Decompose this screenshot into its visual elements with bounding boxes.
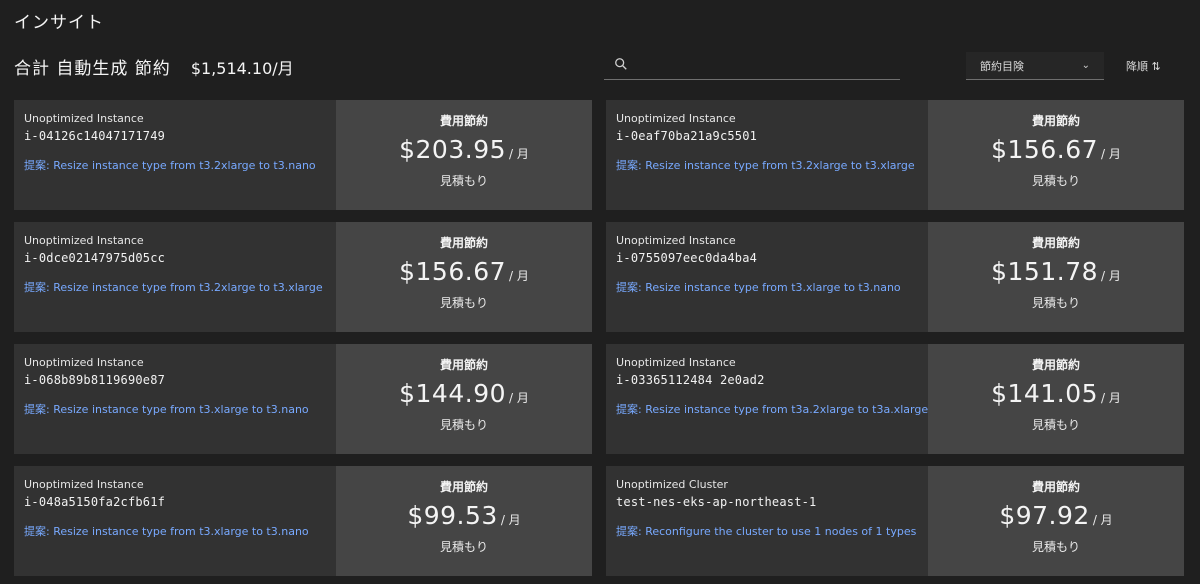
per-month-label: / 月 xyxy=(1101,147,1121,161)
sort-select[interactable]: 節約目険 ⌄ xyxy=(966,52,1104,80)
sort-order-label: 降順 ⇅ xyxy=(1126,60,1161,73)
insight-card[interactable]: Unoptimized Instance i-04126c14047171749… xyxy=(14,100,592,210)
sort-order-toggle[interactable]: 降順 ⇅ xyxy=(1126,58,1161,74)
sort-selected-value: 節約目険 xyxy=(980,59,1024,73)
resource-id: i-04126c14047171749 xyxy=(24,129,166,143)
recommendation-link[interactable]: 提案: Resize instance type from t3.xlarge … xyxy=(24,401,326,417)
per-month-label: / 月 xyxy=(509,269,529,283)
savings-label: 費用節約 xyxy=(1031,358,1080,372)
search-input[interactable] xyxy=(636,54,896,78)
card-type: Unoptimized Instance xyxy=(24,478,144,491)
savings-label: 費用節約 xyxy=(1031,114,1080,128)
recommendation-link[interactable]: 提案: Resize instance type from t3.xlarge … xyxy=(24,523,326,539)
resource-id: i-0dce02147975d05cc xyxy=(24,251,166,265)
per-month-label: / 月 xyxy=(1092,513,1113,527)
card-type: Unoptimized Instance xyxy=(24,234,144,247)
savings-label: 費用節約 xyxy=(439,236,488,250)
savings-amount: $156.67 xyxy=(399,257,507,286)
recommendation-link[interactable]: 提案: Reconfigure the cluster to use 1 nod… xyxy=(616,523,918,539)
summary-label: 合計 自動生成 節約 xyxy=(14,59,171,79)
insight-card[interactable]: Unoptimized Instance i-0dce02147975d05cc… xyxy=(14,222,592,332)
estimate-label: 見積もり xyxy=(439,540,488,554)
savings-panel: 費用節約 $141.05 / 月 見積もり xyxy=(928,344,1184,454)
estimate-label: 見積もり xyxy=(439,174,488,188)
search-field[interactable] xyxy=(604,52,900,80)
savings-panel: 費用節約 $97.92 / 月 見積もり xyxy=(928,466,1184,576)
estimate-label: 見積もり xyxy=(439,418,488,432)
estimate-label: 見積もり xyxy=(1031,418,1080,432)
resource-id: i-0755097eec0da4ba4 xyxy=(616,251,758,265)
card-type: Unoptimized Instance xyxy=(616,356,736,369)
resource-id: i-0eaf70ba21a9c5501 xyxy=(616,129,758,143)
savings-amount: $203.95 xyxy=(399,135,507,164)
savings-amount: $141.05 xyxy=(991,379,1099,408)
insight-card[interactable]: Unoptimized Instance i-03365112484 2e0ad… xyxy=(606,344,1184,454)
card-type: Unoptimized Instance xyxy=(24,356,144,369)
card-type: Unoptimized Instance xyxy=(616,112,736,125)
resource-id: test-nes-eks-ap-northeast-1 xyxy=(616,495,817,509)
card-type: Unoptimized Instance xyxy=(24,112,144,125)
resource-id: i-068b89b8119690e87 xyxy=(24,373,166,387)
per-month-label: / 月 xyxy=(1101,391,1121,405)
savings-panel: 費用節約 $151.78 / 月 見積もり xyxy=(928,222,1184,332)
savings-panel: 費用節約 $203.95 / 月 見積もり xyxy=(336,100,592,210)
estimate-label: 見積もり xyxy=(439,296,488,310)
recommendation-link[interactable]: 提案: Resize instance type from t3.2xlarge… xyxy=(24,157,326,173)
savings-label: 費用節約 xyxy=(1031,236,1080,250)
savings-amount: $99.53 xyxy=(407,501,498,530)
savings-amount: $97.92 xyxy=(999,501,1090,530)
savings-panel: 費用節約 $144.90 / 月 見積もり xyxy=(336,344,592,454)
insight-card[interactable]: Unoptimized Instance i-048a5150fa2cfb61f… xyxy=(14,466,592,576)
per-month-label: / 月 xyxy=(509,147,529,161)
savings-summary: 合計 自動生成 節約 $1,514.10/月 xyxy=(14,54,294,79)
savings-label: 費用節約 xyxy=(439,114,488,128)
page-title: インサイト xyxy=(14,13,104,33)
recommendation-link[interactable]: 提案: Resize instance type from t3.2xlarge… xyxy=(24,279,326,295)
savings-amount: $144.90 xyxy=(399,379,507,408)
summary-value: $1,514.10/月 xyxy=(190,59,294,78)
card-type: Unoptimized Cluster xyxy=(616,478,728,491)
per-month-label: / 月 xyxy=(500,513,521,527)
per-month-label: / 月 xyxy=(509,391,529,405)
savings-label: 費用節約 xyxy=(1031,480,1080,494)
recommendation-link[interactable]: 提案: Resize instance type from t3.xlarge … xyxy=(616,279,918,295)
chevron-down-icon: ⌄ xyxy=(1081,60,1090,71)
resource-id: i-048a5150fa2cfb61f xyxy=(24,495,166,509)
savings-panel: 費用節約 $156.67 / 月 見積もり xyxy=(336,222,592,332)
estimate-label: 見積もり xyxy=(1031,296,1080,310)
insight-card-grid: Unoptimized Instance i-04126c14047171749… xyxy=(14,100,1184,576)
savings-amount: $151.78 xyxy=(991,257,1099,286)
estimate-label: 見積もり xyxy=(1031,174,1080,188)
insight-card[interactable]: Unoptimized Cluster test-nes-eks-ap-nort… xyxy=(606,466,1184,576)
savings-amount: $156.67 xyxy=(991,135,1099,164)
insight-card[interactable]: Unoptimized Instance i-0eaf70ba21a9c5501… xyxy=(606,100,1184,210)
resource-id: i-03365112484 2e0ad2 xyxy=(616,373,765,387)
per-month-label: / 月 xyxy=(1101,269,1121,283)
search-icon xyxy=(615,58,627,70)
card-type: Unoptimized Instance xyxy=(616,234,736,247)
recommendation-link[interactable]: 提案: Resize instance type from t3a.2xlarg… xyxy=(616,401,928,417)
savings-label: 費用節約 xyxy=(439,358,488,372)
recommendation-link[interactable]: 提案: Resize instance type from t3.2xlarge… xyxy=(616,157,918,173)
insight-card[interactable]: Unoptimized Instance i-068b89b8119690e87… xyxy=(14,344,592,454)
savings-panel: 費用節約 $99.53 / 月 見積もり xyxy=(336,466,592,576)
savings-label: 費用節約 xyxy=(439,480,488,494)
estimate-label: 見積もり xyxy=(1031,540,1080,554)
savings-panel: 費用節約 $156.67 / 月 見積もり xyxy=(928,100,1184,210)
insight-card[interactable]: Unoptimized Instance i-0755097eec0da4ba4… xyxy=(606,222,1184,332)
